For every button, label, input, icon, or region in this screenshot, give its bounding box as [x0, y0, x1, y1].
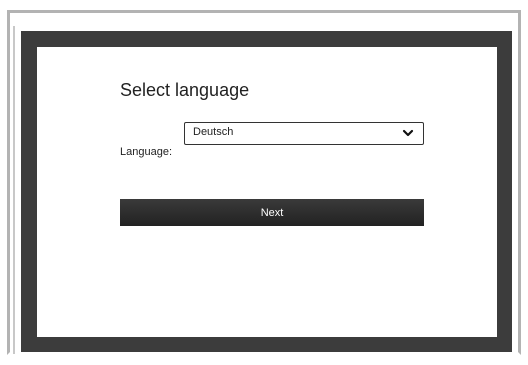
- next-button[interactable]: Next: [120, 199, 424, 226]
- language-select-value: Deutsch: [193, 126, 234, 138]
- page-title: Select language: [120, 80, 250, 100]
- language-select[interactable]: Deutsch: [184, 122, 424, 145]
- chevron-down-icon: [402, 129, 414, 137]
- language-label: Language:: [120, 146, 172, 158]
- frame-divider: [13, 26, 15, 354]
- language-dialog: [37, 47, 497, 337]
